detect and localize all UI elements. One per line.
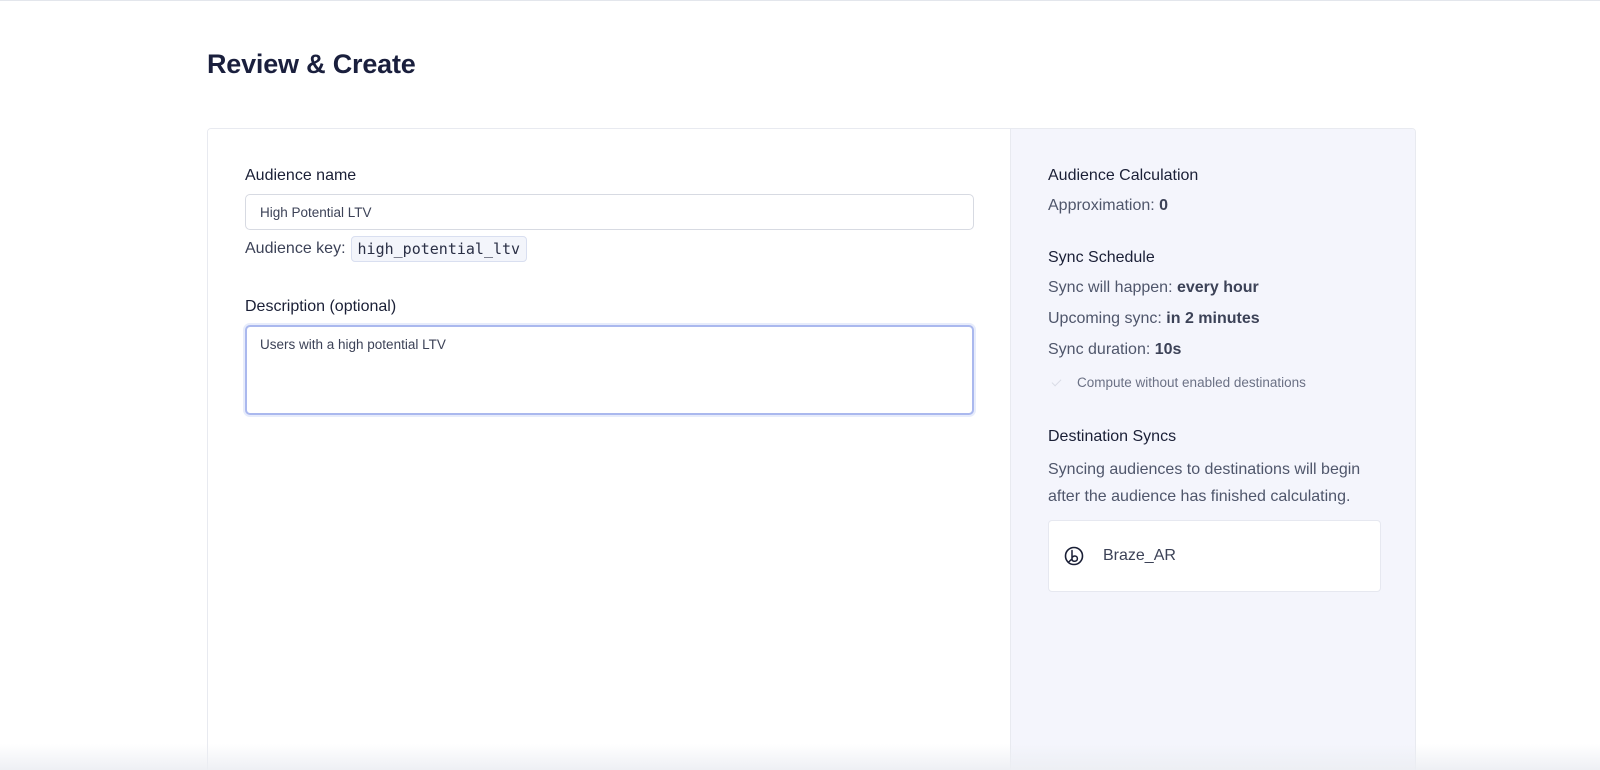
- review-card: Audience name Audience key: high_potenti…: [207, 128, 1416, 770]
- upcoming-sync-line: Upcoming sync: in 2 minutes: [1048, 308, 1381, 330]
- sync-frequency-label: Sync will happen:: [1048, 279, 1173, 296]
- destination-card[interactable]: Braze_AR: [1048, 520, 1381, 592]
- compute-without-destinations-label: Compute without enabled destinations: [1077, 375, 1306, 390]
- checkmark-icon: [1050, 376, 1064, 390]
- summary-sidebar: Audience Calculation Approximation: 0 Sy…: [1010, 129, 1415, 770]
- destination-syncs-heading: Destination Syncs: [1048, 428, 1177, 445]
- upcoming-sync-label: Upcoming sync:: [1048, 310, 1162, 327]
- braze-icon: [1063, 545, 1085, 567]
- destination-syncs-section: Destination Syncs Syncing audiences to d…: [1048, 428, 1381, 592]
- sync-duration-label: Sync duration:: [1048, 341, 1151, 358]
- upcoming-sync-value: in 2 minutes: [1166, 310, 1260, 327]
- audience-form: Audience name Audience key: high_potenti…: [208, 129, 1010, 770]
- audience-key-value: high_potential_ltv: [350, 236, 528, 262]
- sync-frequency-value: every hour: [1176, 279, 1259, 296]
- approximation-label: Approximation:: [1048, 197, 1155, 214]
- destination-syncs-description: Syncing audiences to destinations will b…: [1048, 461, 1361, 505]
- audience-name-label: Audience name: [245, 167, 357, 184]
- sync-duration-line: Sync duration: 10s: [1048, 339, 1381, 361]
- description-textarea[interactable]: Users with a high potential LTV: [245, 325, 974, 415]
- approximation-line: Approximation: 0: [1048, 195, 1381, 217]
- audience-calculation-section: Audience Calculation Approximation: 0: [1048, 167, 1381, 217]
- compute-without-destinations-checkbox[interactable]: Compute without enabled destinations: [1048, 375, 1381, 390]
- audience-name-input[interactable]: [245, 194, 974, 230]
- description-block: Description (optional) Users with a high…: [245, 298, 974, 420]
- sync-duration-value: 10s: [1154, 341, 1182, 358]
- approximation-value: 0: [1159, 197, 1169, 214]
- audience-key-label: Audience key:: [245, 240, 346, 257]
- sync-schedule-heading: Sync Schedule: [1048, 249, 1155, 266]
- sync-schedule-section: Sync Schedule Sync will happen: every ho…: [1048, 249, 1381, 390]
- destination-name: Braze_AR: [1103, 547, 1176, 564]
- review-create-page: Review & Create Audience name Audience k…: [0, 0, 1600, 770]
- sync-frequency-line: Sync will happen: every hour: [1048, 277, 1381, 299]
- page-title: Review & Create: [207, 49, 416, 79]
- audience-key-row: Audience key: high_potential_ltv: [245, 236, 974, 262]
- description-label: Description (optional): [245, 298, 397, 315]
- audience-calculation-heading: Audience Calculation: [1048, 167, 1199, 184]
